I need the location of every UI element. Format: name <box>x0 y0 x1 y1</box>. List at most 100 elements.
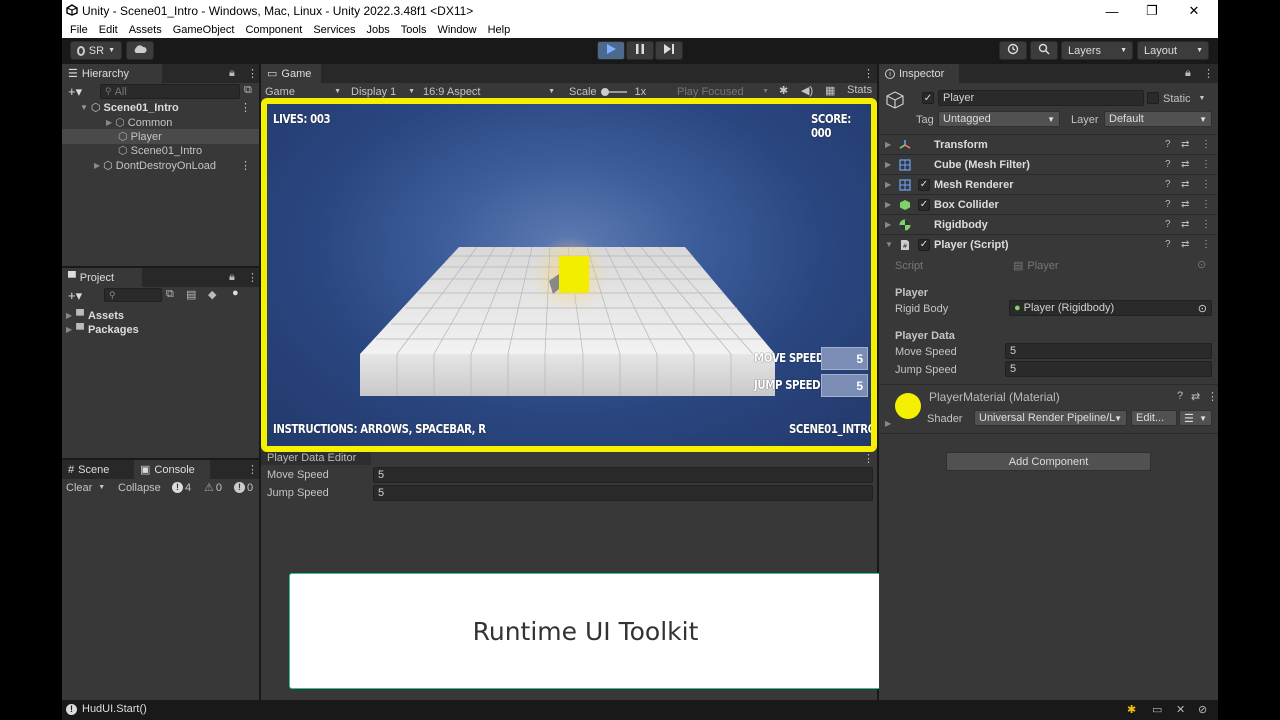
display-dropdown[interactable]: Display 1 ▼ <box>351 84 417 99</box>
static-dropdown[interactable]: Static ▼ <box>1163 91 1205 106</box>
preset-icon[interactable]: ⇄ <box>1181 199 1189 210</box>
console-error-toggle[interactable]: ! 4 <box>172 480 191 495</box>
kebab-menu-icon[interactable]: ⋮ <box>1201 179 1211 190</box>
list-item[interactable]: ▶ ▀ Packages <box>66 322 139 337</box>
menu-services[interactable]: Services <box>313 24 355 36</box>
game-viewport[interactable]: LIVES: 003 SCORE: 000 MOVE SPEED 5 JUMP … <box>261 98 877 452</box>
component-mesh-renderer[interactable]: ▶ ✓ Mesh Renderer ? ⇄ ⋮ <box>879 174 1217 194</box>
cache-server-icon[interactable]: ▭ <box>1152 703 1162 716</box>
gizmos-icon[interactable]: ▦ <box>825 84 835 97</box>
help-icon[interactable]: ? <box>1165 179 1171 190</box>
preset-icon[interactable]: ⇄ <box>1181 139 1189 150</box>
menu-jobs[interactable]: Jobs <box>367 24 390 36</box>
console-message-toggle[interactable]: ! 0 <box>234 480 253 495</box>
progress-icon[interactable]: ✕ <box>1176 703 1185 716</box>
shader-edit-button[interactable]: Edit... <box>1131 410 1177 426</box>
menu-help[interactable]: Help <box>488 24 511 36</box>
tab-project[interactable]: ▀ Project <box>62 268 142 287</box>
scale-slider[interactable]: Scale 1x <box>569 84 646 99</box>
pause-button[interactable] <box>626 41 654 60</box>
kebab-menu-icon[interactable]: ⋮ <box>247 67 258 80</box>
menu-assets[interactable]: Assets <box>129 24 162 36</box>
aspect-dropdown[interactable]: 16:9 Aspect ▼ <box>423 84 557 99</box>
tab-inspector[interactable]: i Inspector <box>879 64 959 83</box>
preset-icon[interactable]: ⇄ <box>1181 159 1189 170</box>
menu-edit[interactable]: Edit <box>99 24 118 36</box>
list-item[interactable]: ⬡ Player <box>62 129 259 144</box>
hierarchy-dontdestroy-row[interactable]: ▶ ⬡ DontDestroyOnLoad ⋮ <box>62 158 259 173</box>
kebab-menu-icon[interactable]: ⋮ <box>1201 139 1211 150</box>
kebab-menu-icon[interactable]: ⋮ <box>863 67 874 80</box>
tab-hierarchy[interactable]: ☰ Hierarchy <box>62 64 162 83</box>
kebab-menu-icon[interactable]: ⋮ <box>1201 219 1211 230</box>
game-mode-dropdown[interactable]: Game ▼ <box>265 84 343 99</box>
menu-file[interactable]: File <box>70 24 88 36</box>
tab-scene[interactable]: # Scene <box>62 460 132 479</box>
object-picker-icon[interactable]: ⊙ <box>1198 302 1207 315</box>
bug-icon[interactable]: ✱ <box>1127 703 1136 716</box>
kebab-menu-icon[interactable]: ⋮ <box>247 271 258 284</box>
lock-icon[interactable]: 🔒︎ <box>229 67 235 80</box>
shader-dropdown[interactable]: Universal Render Pipeline/L ▼ <box>974 410 1127 426</box>
pde-jump-speed-field[interactable]: 5 <box>373 485 873 501</box>
step-button[interactable] <box>655 41 683 60</box>
help-icon[interactable]: ? <box>1165 159 1171 170</box>
kebab-menu-icon[interactable]: ⋮ <box>247 463 258 476</box>
kebab-menu-icon[interactable]: ⋮ <box>1201 239 1211 250</box>
menu-component[interactable]: Component <box>245 24 302 36</box>
preset-icon[interactable]: ⇄ <box>1181 239 1189 250</box>
add-component-button[interactable]: Add Component <box>946 452 1151 471</box>
menu-gameobject[interactable]: GameObject <box>173 24 235 36</box>
shader-options-dropdown[interactable]: ☰ ▼ <box>1179 410 1212 426</box>
history-button[interactable] <box>999 41 1027 60</box>
kebab-menu-icon[interactable]: ⋮ <box>240 101 251 114</box>
component-player-script[interactable]: ▼ # ✓ Player (Script) ? ⇄ ⋮ <box>879 234 1217 254</box>
list-item[interactable]: ▶ ⬡ Common <box>62 115 259 130</box>
component-box-collider[interactable]: ▶ ✓ Box Collider ? ⇄ ⋮ <box>879 194 1217 214</box>
list-item[interactable]: ⬡ Scene01_Intro <box>62 143 259 158</box>
project-search-input[interactable]: ⚲ <box>104 288 162 302</box>
add-icon[interactable]: +▾ <box>68 288 82 304</box>
search-by-type-icon[interactable]: ⧉ <box>244 84 252 97</box>
kebab-menu-icon[interactable]: ⋮ <box>863 452 874 465</box>
active-checkbox[interactable]: ✓ <box>922 92 934 104</box>
kebab-menu-icon[interactable]: ⋮ <box>1207 390 1218 403</box>
kebab-menu-icon[interactable]: ⋮ <box>1201 199 1211 210</box>
search-by-type-icon[interactable]: ⧉ <box>166 288 174 301</box>
component-transform[interactable]: ▶ Transform ? ⇄ ⋮ <box>879 134 1217 154</box>
cloud-button[interactable] <box>126 41 154 60</box>
check-icon[interactable]: ⊘ <box>1198 703 1207 716</box>
component-enabled-checkbox[interactable]: ✓ <box>918 198 930 211</box>
preset-icon[interactable]: ⇄ <box>1181 219 1189 230</box>
status-message[interactable]: HudUI.Start() <box>82 703 147 715</box>
hierarchy-scene-row[interactable]: ▼ ⬡ Scene01_Intro ⋮ <box>62 100 259 115</box>
component-mesh-filter[interactable]: ▶ Cube (Mesh Filter) ? ⇄ ⋮ <box>879 154 1217 174</box>
console-clear-button[interactable]: Clear ▼ <box>66 480 105 495</box>
play-focused-dropdown[interactable]: Play Focused ▼ <box>677 84 771 99</box>
minimize-button[interactable]: — <box>1092 0 1132 22</box>
help-icon[interactable]: ? <box>1165 139 1171 150</box>
layout-dropdown[interactable]: Layout ▼ <box>1137 41 1209 60</box>
component-enabled-checkbox[interactable]: ✓ <box>918 178 930 191</box>
help-icon[interactable]: ? <box>1165 199 1171 210</box>
warning-icon[interactable]: ● <box>232 287 239 299</box>
play-button[interactable] <box>597 41 625 60</box>
expand-arrow-icon[interactable]: ▶ <box>885 419 891 428</box>
audio-icon[interactable]: ◀) <box>801 84 813 97</box>
stats-button[interactable]: Stats <box>847 84 872 96</box>
help-icon[interactable]: ? <box>1165 219 1171 230</box>
search-button[interactable] <box>1030 41 1058 60</box>
tab-console[interactable]: ▣ Console <box>134 460 210 479</box>
pde-move-speed-field[interactable]: 5 <box>373 467 873 483</box>
object-name-input[interactable]: Player <box>938 90 1144 106</box>
console-collapse-button[interactable]: Collapse <box>118 480 161 495</box>
help-icon[interactable]: ? <box>1177 390 1183 402</box>
kebab-menu-icon[interactable]: ⋮ <box>1203 67 1214 80</box>
add-icon[interactable]: +▾ <box>68 84 82 100</box>
bug-icon[interactable]: ✱ <box>779 84 788 97</box>
static-checkbox[interactable] <box>1147 92 1159 104</box>
kebab-menu-icon[interactable]: ⋮ <box>1201 159 1211 170</box>
tab-game[interactable]: ▭ Game <box>261 64 321 83</box>
component-rigidbody[interactable]: ▶ Rigidbody ? ⇄ ⋮ <box>879 214 1217 234</box>
jump-speed-field[interactable]: 5 <box>1005 361 1212 377</box>
